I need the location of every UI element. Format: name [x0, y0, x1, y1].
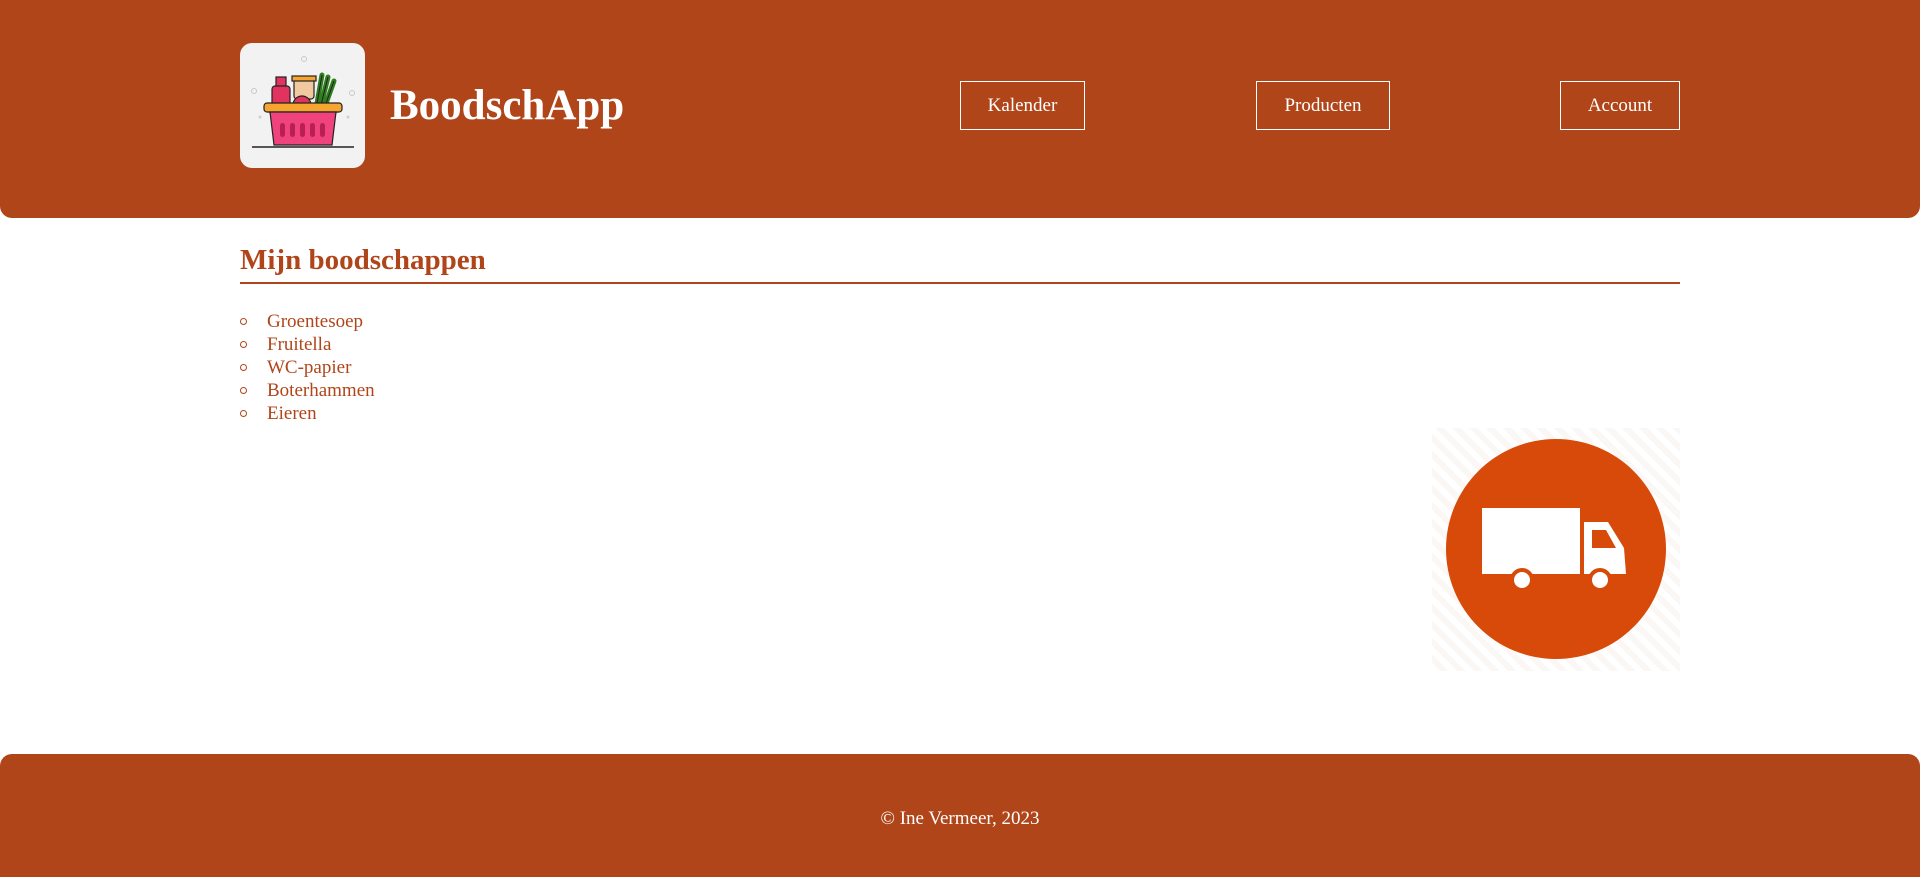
shopping-list: Groentesoep Fruitella WC-papier Boterham… — [240, 310, 375, 425]
page: BoodschApp Kalender Producten Account Mi… — [0, 0, 1920, 877]
app-title: BoodschApp — [390, 82, 625, 129]
shopping-basket-icon — [251, 56, 355, 148]
delivery-image — [1432, 428, 1680, 671]
footer: © Ine Vermeer, 2023 — [0, 754, 1920, 877]
list-item: Groentesoep — [240, 310, 375, 333]
nav-kalender-button[interactable]: Kalender — [960, 81, 1085, 130]
truck-icon — [1446, 439, 1666, 659]
bullet-icon — [240, 341, 247, 348]
list-item-label: Eieren — [267, 403, 317, 424]
list-item-label: Boterhammen — [267, 380, 375, 401]
list-item: WC-papier — [240, 356, 375, 379]
bullet-icon — [240, 387, 247, 394]
list-item: Boterhammen — [240, 379, 375, 402]
title-divider — [240, 282, 1680, 284]
list-item-label: Fruitella — [267, 334, 332, 355]
list-item-label: WC-papier — [267, 357, 352, 378]
bullet-icon — [240, 410, 247, 417]
list-item-label: Groentesoep — [267, 311, 364, 332]
copyright-text: © Ine Vermeer, 2023 — [880, 808, 1040, 829]
list-item: Eieren — [240, 402, 375, 425]
bullet-icon — [240, 318, 247, 325]
list-item: Fruitella — [240, 333, 375, 356]
bullet-icon — [240, 364, 247, 371]
nav-producten-button[interactable]: Producten — [1256, 81, 1390, 130]
header: BoodschApp Kalender Producten Account — [0, 0, 1920, 218]
nav-account-button[interactable]: Account — [1560, 81, 1680, 130]
page-title: Mijn boodschappen — [240, 244, 486, 276]
app-logo[interactable] — [240, 43, 365, 168]
